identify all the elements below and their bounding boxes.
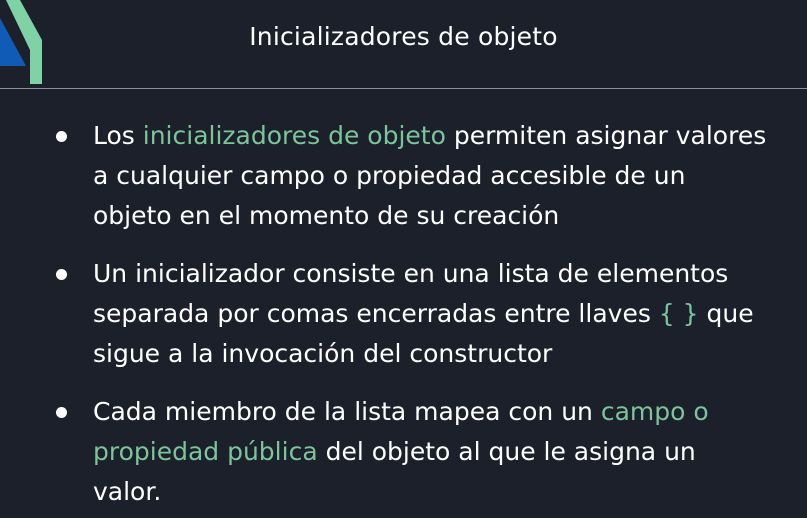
bullet-dot-icon bbox=[56, 269, 67, 280]
slide-title: Inicializadores de objeto bbox=[249, 22, 558, 51]
bullet-item: Los inicializadores de objeto permiten a… bbox=[0, 116, 807, 236]
title-divider bbox=[0, 88, 807, 89]
bullet-dot-icon bbox=[56, 131, 67, 142]
bullet-highlight: { } bbox=[658, 299, 699, 328]
bullet-list: Los inicializadores de objeto permiten a… bbox=[0, 116, 807, 518]
bullet-text: Un inicializador consiste en una lista d… bbox=[93, 259, 729, 328]
bullet-text: Cada miembro de la lista mapea con un bbox=[93, 397, 601, 426]
bullet-item: Cada miembro de la lista mapea con un ca… bbox=[0, 392, 807, 512]
bullet-item: Un inicializador consiste en una lista d… bbox=[0, 254, 807, 374]
bullet-dot-icon bbox=[56, 407, 67, 418]
bullet-highlight: inicializadores de objeto bbox=[142, 121, 446, 150]
slide: Inicializadores de objeto Los inicializa… bbox=[0, 0, 807, 518]
bullet-text: Los bbox=[93, 121, 143, 150]
